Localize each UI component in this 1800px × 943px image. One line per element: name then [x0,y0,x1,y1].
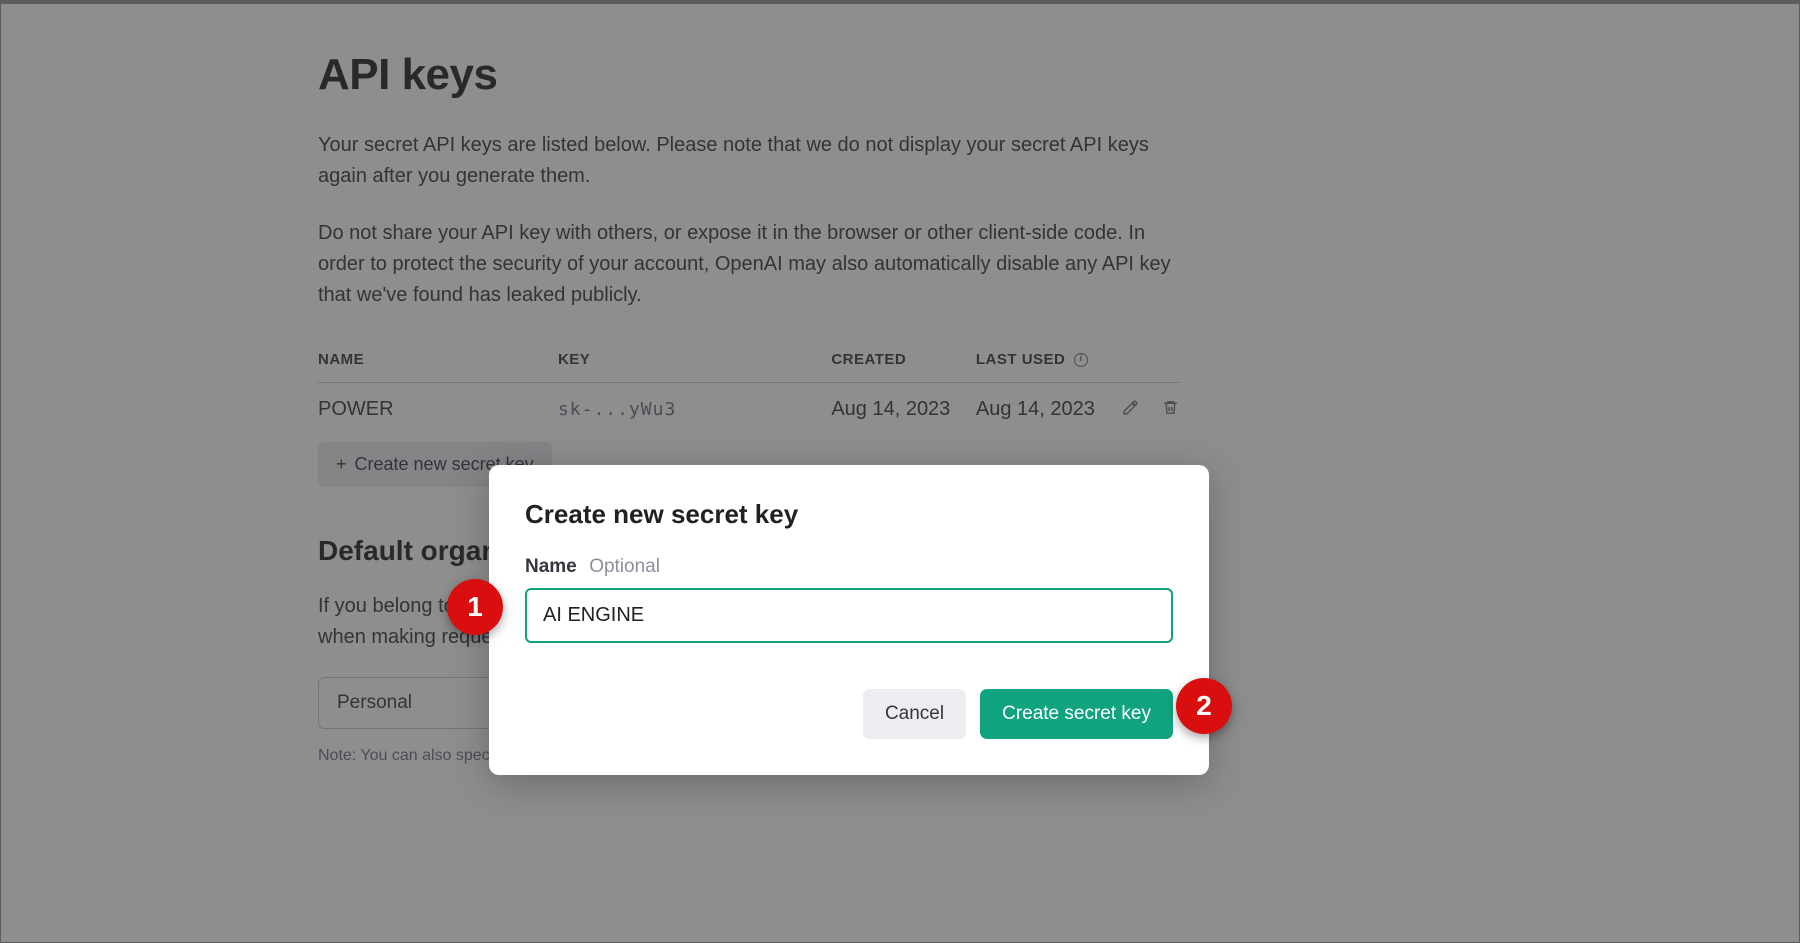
annotation-badge-2: 2 [1176,678,1232,734]
optional-hint: Optional [589,556,660,577]
modal-overlay: Create new secret key Name Optional Canc… [0,0,1800,943]
create-secret-key-button[interactable]: Create secret key [980,689,1173,739]
modal-title: Create new secret key [525,499,1173,530]
create-key-modal: Create new secret key Name Optional Canc… [489,465,1209,775]
annotation-badge-1: 1 [447,579,503,635]
key-name-input[interactable] [525,588,1173,643]
name-field-label: Name [525,556,577,577]
cancel-button[interactable]: Cancel [863,689,966,739]
